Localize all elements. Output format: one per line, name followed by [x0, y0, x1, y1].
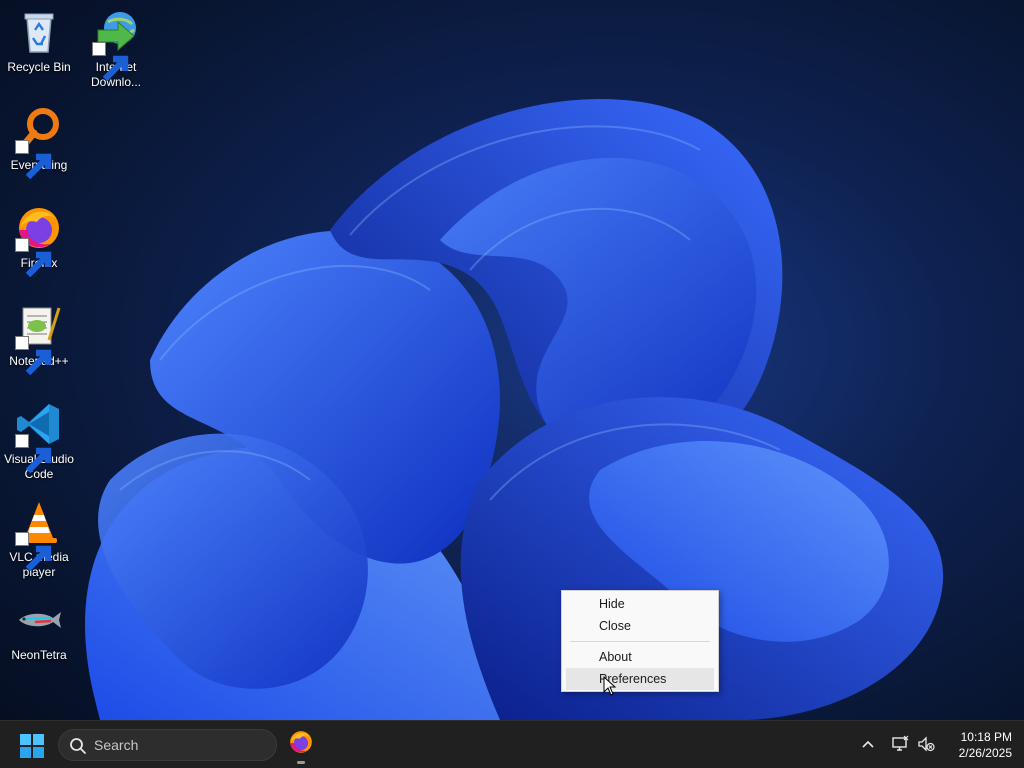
vlc-icon: [15, 498, 63, 572]
firefox-icon: [290, 731, 312, 753]
desktop-wallpaper: [85, 98, 944, 720]
desktop-icon-firefox[interactable]: Firefox: [0, 204, 78, 278]
menu-item-hide[interactable]: Hide: [566, 593, 714, 615]
shortcut-arrow-icon: [15, 336, 52, 376]
tray-context-menu: Hide Close About Preferences: [561, 590, 719, 692]
shortcut-arrow-icon: [15, 434, 52, 474]
neontetra-fish-icon: [15, 596, 63, 644]
start-button-windows-icon[interactable]: [20, 734, 44, 758]
desktop-icon-recycle-bin[interactable]: Recycle Bin: [0, 8, 78, 75]
search-placeholder: Search: [94, 737, 139, 753]
vscode-icon: [15, 400, 63, 474]
menu-item-close[interactable]: Close: [566, 615, 714, 637]
search-icon: [70, 738, 86, 754]
show-hidden-icons-chevron-up-icon[interactable]: [860, 736, 876, 752]
recycle-bin-icon: [15, 8, 63, 56]
menu-item-about[interactable]: About: [566, 646, 714, 668]
taskbar-firefox-button[interactable]: [288, 729, 314, 755]
shortcut-arrow-icon: [15, 140, 52, 180]
network-icon[interactable]: [891, 735, 909, 753]
internet-download-manager-icon: [92, 8, 140, 82]
notepad-plus-plus-icon: [15, 302, 63, 376]
running-app-indicator: [297, 761, 305, 764]
desktop-icon-internet-download-manager[interactable]: Internet Downlo...: [77, 8, 155, 90]
desktop-icon-vlc[interactable]: VLC media player: [0, 498, 78, 580]
everything-search-icon: [15, 106, 63, 180]
mouse-cursor-icon: [603, 676, 617, 696]
clock-date: 2/26/2025: [958, 746, 1012, 760]
system-clock[interactable]: 10:18 PM 2/26/2025: [940, 729, 1012, 761]
desktop-icon-label: NeonTetra: [11, 648, 67, 662]
clock-time: 10:18 PM: [960, 730, 1012, 744]
desktop-icon-label: Recycle Bin: [7, 60, 71, 74]
desktop-icon-neontetra[interactable]: NeonTetra: [0, 596, 78, 663]
taskbar-search-box[interactable]: Search: [58, 729, 277, 761]
desktop-icon-vscode[interactable]: Visual Studio Code: [0, 400, 78, 482]
menu-separator: [570, 641, 710, 642]
volume-muted-icon[interactable]: [917, 735, 935, 753]
shortcut-arrow-icon: [15, 532, 52, 572]
firefox-icon: [15, 204, 63, 278]
desktop-icon-everything[interactable]: Everything: [0, 106, 78, 180]
shortcut-arrow-icon: [15, 238, 52, 278]
shortcut-arrow-icon: [92, 42, 129, 82]
menu-item-preferences[interactable]: Preferences: [566, 668, 714, 690]
taskbar: Search 10:18 PM 2/26/2025: [0, 720, 1024, 768]
desktop-icon-notepad-plus-plus[interactable]: Notepad++: [0, 302, 78, 376]
